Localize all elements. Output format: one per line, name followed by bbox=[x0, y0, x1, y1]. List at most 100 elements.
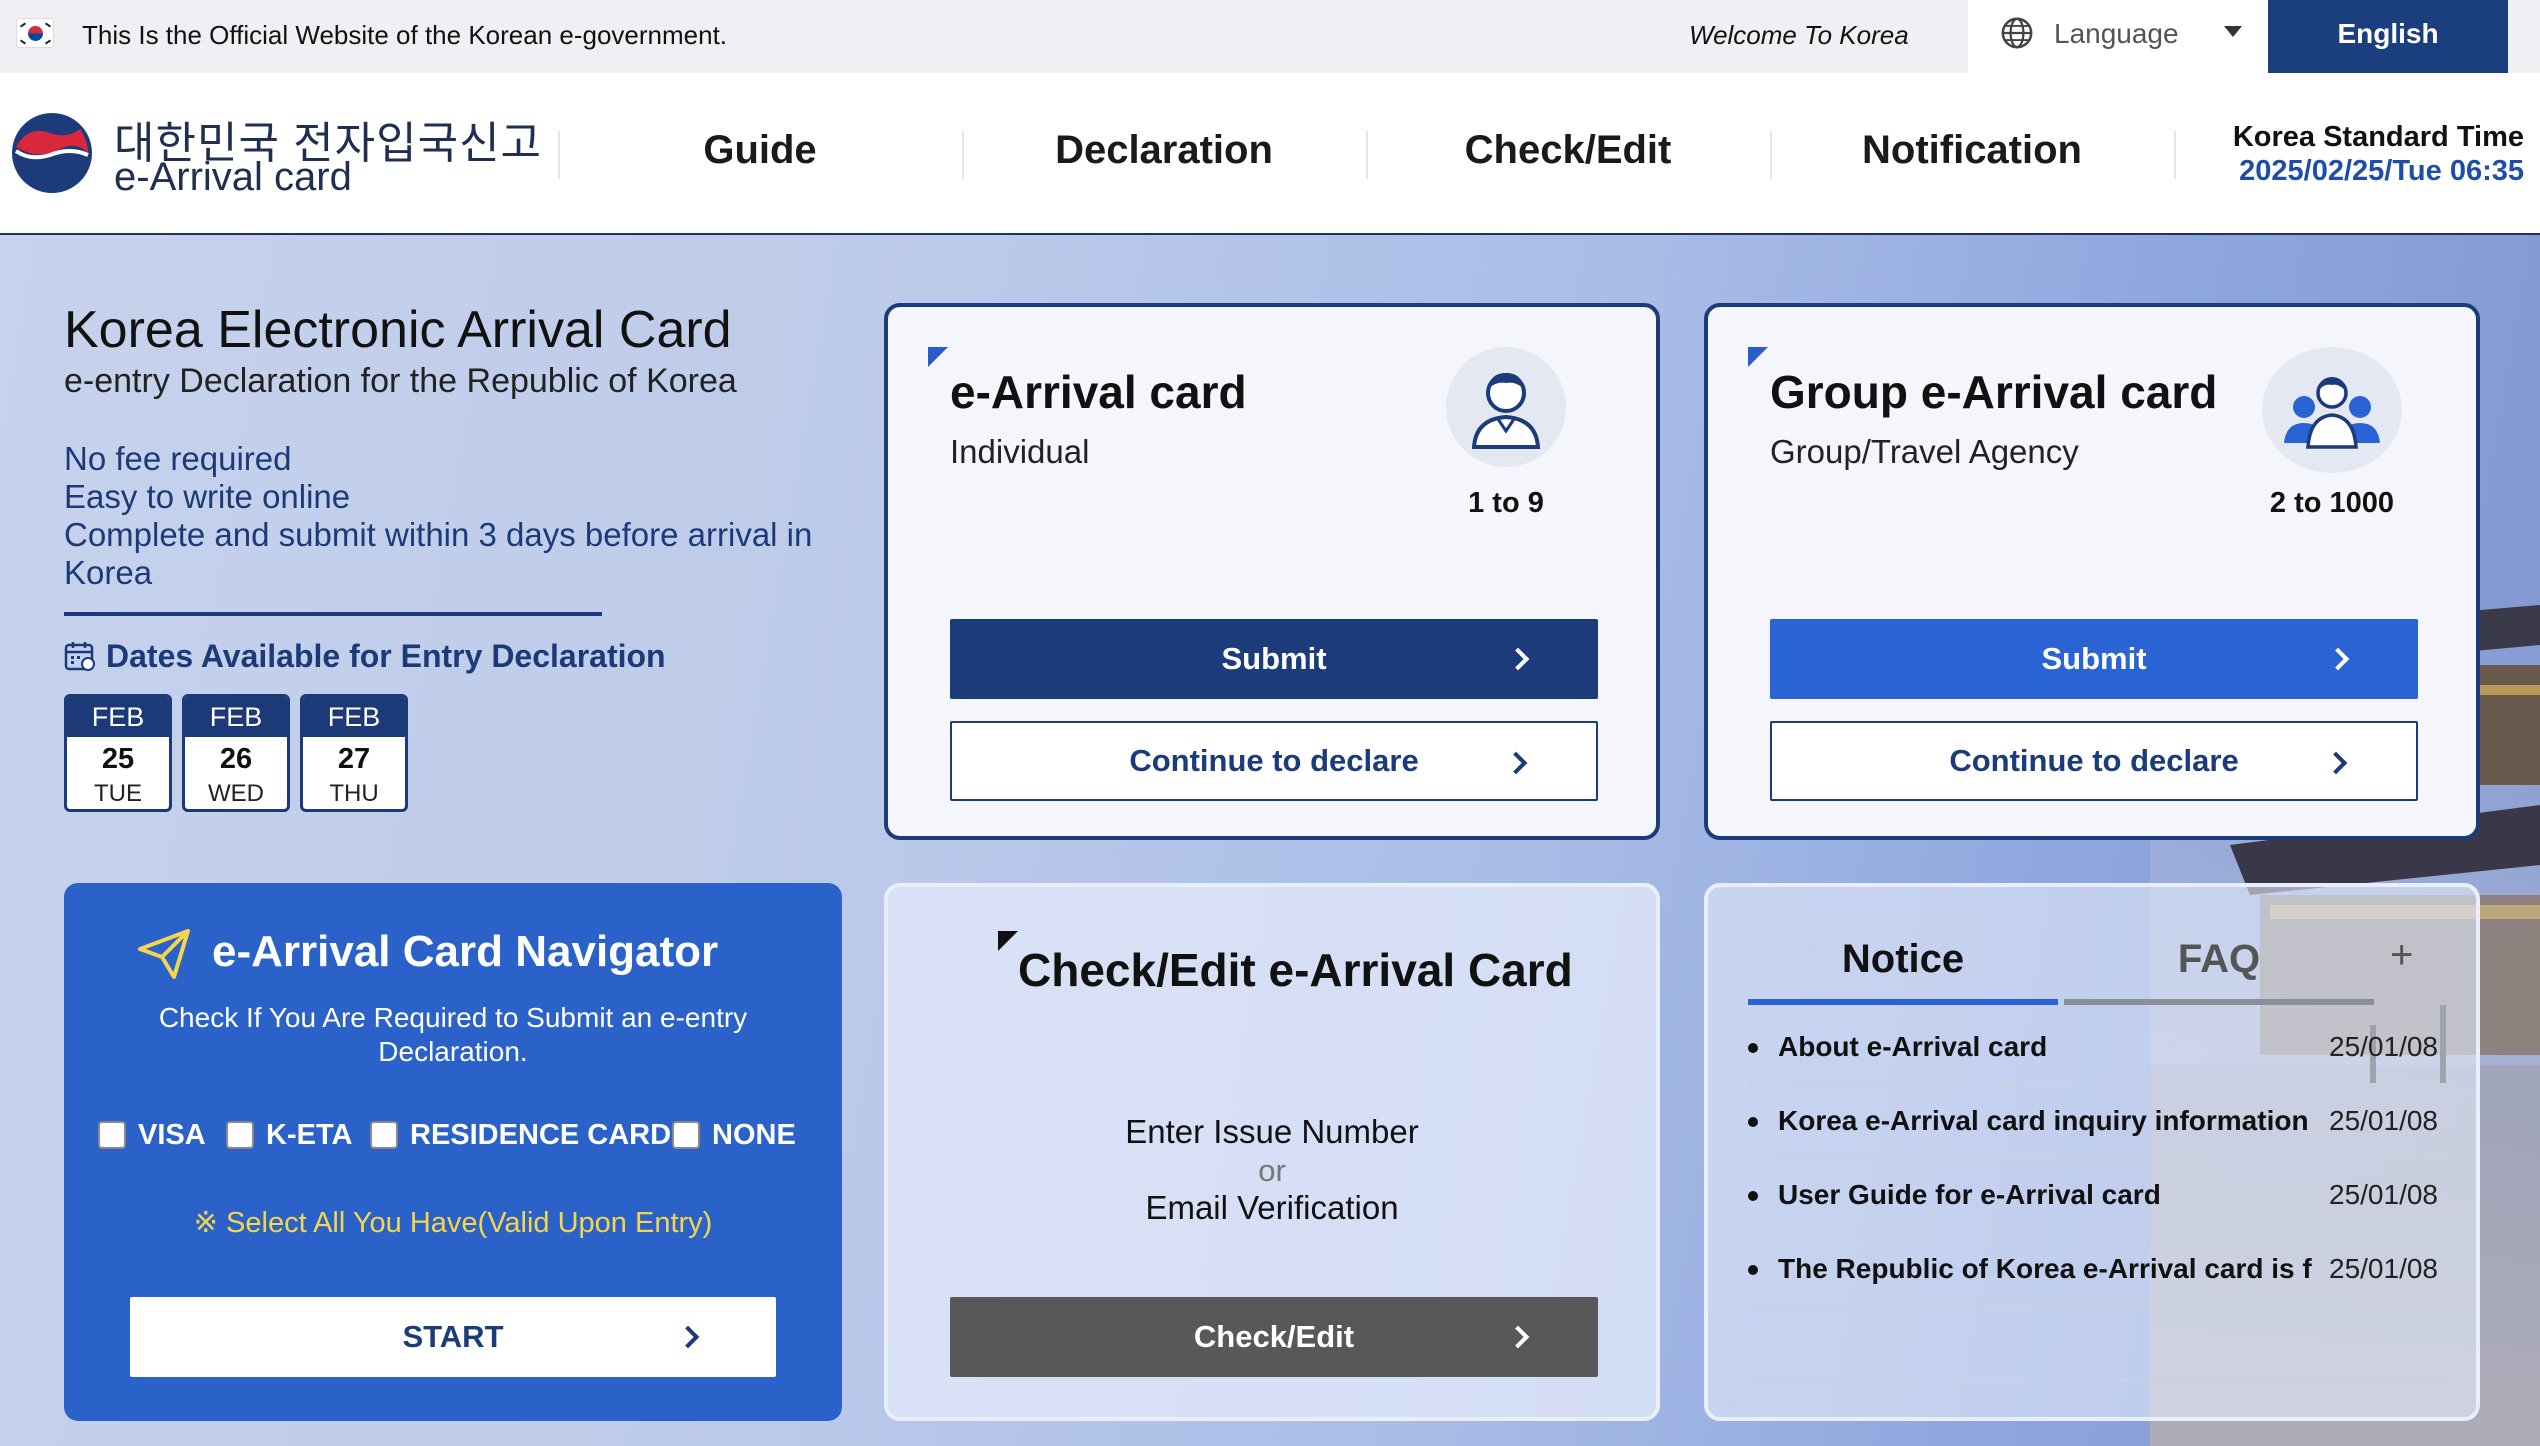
navigator-title: e-Arrival Card Navigator bbox=[212, 927, 719, 976]
notice-title[interactable]: The Republic of Korea e-Arrival card is … bbox=[1778, 1253, 2318, 1285]
check-edit-panel: Check/Edit e-Arrival Card Enter Issue Nu… bbox=[884, 883, 1660, 1421]
checkbox-none[interactable] bbox=[672, 1121, 700, 1149]
option-none[interactable]: NONE bbox=[672, 1115, 796, 1155]
group-submit-button[interactable]: Submit bbox=[1770, 619, 2418, 699]
feature-submit-window: Complete and submit within 3 days before… bbox=[64, 516, 813, 553]
date-weekday: WED bbox=[208, 780, 264, 807]
nav-declaration[interactable]: Declaration bbox=[964, 128, 1364, 173]
checkbox-k-eta[interactable] bbox=[226, 1121, 254, 1149]
notice-title[interactable]: About e-Arrival card bbox=[1778, 1031, 2318, 1063]
notice-date: 25/01/08 bbox=[2329, 1253, 2438, 1284]
date-weekday: TUE bbox=[94, 780, 142, 807]
group-continue-button[interactable]: Continue to declare bbox=[1770, 721, 2418, 801]
bullet-icon bbox=[1748, 1043, 1758, 1053]
option-residence-card[interactable]: RESIDENCE CARD bbox=[370, 1115, 671, 1155]
button-label: START bbox=[402, 1319, 504, 1354]
option-label: VISA bbox=[138, 1118, 206, 1151]
button-label: Continue to declare bbox=[1129, 743, 1419, 778]
navigator-note: ※ Select All You Have(Valid Upon Entry) bbox=[193, 1207, 713, 1239]
gov-banner: This Is the Official Website of the Kore… bbox=[0, 0, 2540, 73]
paper-plane-icon bbox=[138, 929, 190, 979]
notice-title[interactable]: User Guide for e-Arrival card bbox=[1778, 1179, 2318, 1211]
corner-accent-icon bbox=[998, 931, 1018, 951]
nav-notification[interactable]: Notification bbox=[1772, 128, 2172, 173]
group-card-subtitle: Group/Travel Agency bbox=[1770, 433, 2079, 470]
notice-list-end bbox=[1748, 1307, 2454, 1381]
nav-guide[interactable]: Guide bbox=[560, 128, 960, 173]
notice-title[interactable]: Korea e-Arrival card inquiry information bbox=[1778, 1105, 2318, 1137]
page-title: Korea Electronic Arrival Card bbox=[64, 301, 732, 359]
checkbox-residence-card[interactable] bbox=[370, 1121, 398, 1149]
individual-card-panel: e-Arrival card Individual 1 to 9 Submit … bbox=[884, 303, 1660, 840]
chevron-right-icon bbox=[1506, 1325, 1530, 1349]
more-plus-icon[interactable]: + bbox=[2390, 933, 2413, 978]
date-day: 26 bbox=[219, 743, 253, 775]
date-weekday: THU bbox=[329, 780, 379, 807]
group-people-icon bbox=[2262, 347, 2402, 473]
start-button[interactable]: START bbox=[130, 1297, 776, 1377]
notice-date: 25/01/08 bbox=[2329, 1179, 2438, 1210]
individual-submit-button[interactable]: Submit bbox=[950, 619, 1598, 699]
notice-item[interactable]: User Guide for e-Arrival card 25/01/08 bbox=[1748, 1159, 2454, 1233]
welcome-text: Welcome To Korea bbox=[1689, 20, 1909, 50]
date-month: FEB bbox=[185, 697, 287, 737]
language-selector[interactable]: Language bbox=[1968, 0, 2268, 73]
individual-count: 1 to 9 bbox=[1468, 487, 1544, 519]
check-edit-button[interactable]: Check/Edit bbox=[950, 1297, 1598, 1377]
corner-accent-icon bbox=[928, 347, 948, 367]
page-subtitle: e-entry Declaration for the Republic of … bbox=[64, 362, 737, 400]
button-label: Check/Edit bbox=[1193, 1319, 1355, 1354]
notice-item[interactable]: Korea e-Arrival card inquiry information… bbox=[1748, 1085, 2454, 1159]
chevron-right-icon bbox=[1506, 647, 1530, 671]
kst-clock: 2025/02/25/Tue 06:35 bbox=[2239, 155, 2524, 187]
chevron-right-icon bbox=[2324, 751, 2348, 775]
person-icon bbox=[1446, 347, 1566, 467]
individual-continue-button[interactable]: Continue to declare bbox=[950, 721, 1598, 801]
notice-item[interactable]: The Republic of Korea e-Arrival card is … bbox=[1748, 1233, 2454, 1307]
bullet-icon bbox=[1748, 1265, 1758, 1275]
date-day: 25 bbox=[101, 743, 135, 775]
chevron-right-icon bbox=[1504, 751, 1528, 775]
feature-submit-window-cont: Korea bbox=[64, 554, 153, 591]
bullet-icon bbox=[1748, 1191, 1758, 1201]
calendar-icon bbox=[64, 642, 95, 671]
tab-faq[interactable]: FAQ bbox=[2064, 937, 2374, 982]
tab-notice-indicator bbox=[1748, 999, 2058, 1005]
date-day: 27 bbox=[337, 743, 371, 775]
or-text: or bbox=[1258, 1153, 1286, 1188]
tab-faq-indicator bbox=[2064, 999, 2374, 1005]
option-label: NONE bbox=[712, 1118, 796, 1151]
korea-flag-icon bbox=[16, 18, 54, 48]
chevron-right-icon bbox=[2326, 647, 2350, 671]
group-card-panel: Group e-Arrival card Group/Travel Agency… bbox=[1704, 303, 2480, 840]
language-english-button[interactable]: English bbox=[2268, 0, 2508, 73]
individual-card-subtitle: Individual bbox=[950, 433, 1090, 470]
nav-divider bbox=[2174, 131, 2176, 179]
checkbox-visa[interactable] bbox=[98, 1121, 126, 1149]
taegeuk-logo-icon[interactable] bbox=[10, 111, 94, 195]
notice-date: 25/01/08 bbox=[2329, 1031, 2438, 1062]
date-month: FEB bbox=[67, 697, 169, 737]
tab-notice[interactable]: Notice bbox=[1748, 937, 2058, 982]
official-site-notice: This Is the Official Website of the Kore… bbox=[82, 20, 728, 50]
option-label: RESIDENCE CARD bbox=[410, 1118, 672, 1151]
group-card-title: Group e-Arrival card bbox=[1770, 366, 2218, 418]
button-label: Submit bbox=[2041, 641, 2147, 676]
notice-item[interactable]: About e-Arrival card 25/01/08 bbox=[1748, 1011, 2454, 1085]
notice-date: 25/01/08 bbox=[2329, 1105, 2438, 1136]
issue-number-text: Enter Issue Number bbox=[1125, 1113, 1419, 1150]
navigator-description: Check If You Are Required to Submit an e… bbox=[158, 1002, 748, 1067]
option-k-eta[interactable]: K-ETA bbox=[226, 1115, 352, 1155]
chevron-down-icon bbox=[2224, 26, 2242, 37]
option-visa[interactable]: VISA bbox=[98, 1115, 206, 1155]
individual-card-title: e-Arrival card bbox=[950, 366, 1247, 418]
dates-available-title: Dates Available for Entry Declaration bbox=[106, 638, 666, 674]
feature-easy-online: Easy to write online bbox=[64, 478, 351, 515]
globe-icon bbox=[2001, 17, 2033, 49]
language-label: Language bbox=[2054, 18, 2179, 49]
date-card: FEB 25 TUE bbox=[64, 694, 172, 812]
kst-label: Korea Standard Time bbox=[2232, 121, 2524, 153]
notice-panel: Notice FAQ + About e-Arrival card 25/01/… bbox=[1704, 883, 2480, 1421]
nav-check-edit[interactable]: Check/Edit bbox=[1368, 128, 1768, 173]
option-label: K-ETA bbox=[266, 1118, 353, 1151]
